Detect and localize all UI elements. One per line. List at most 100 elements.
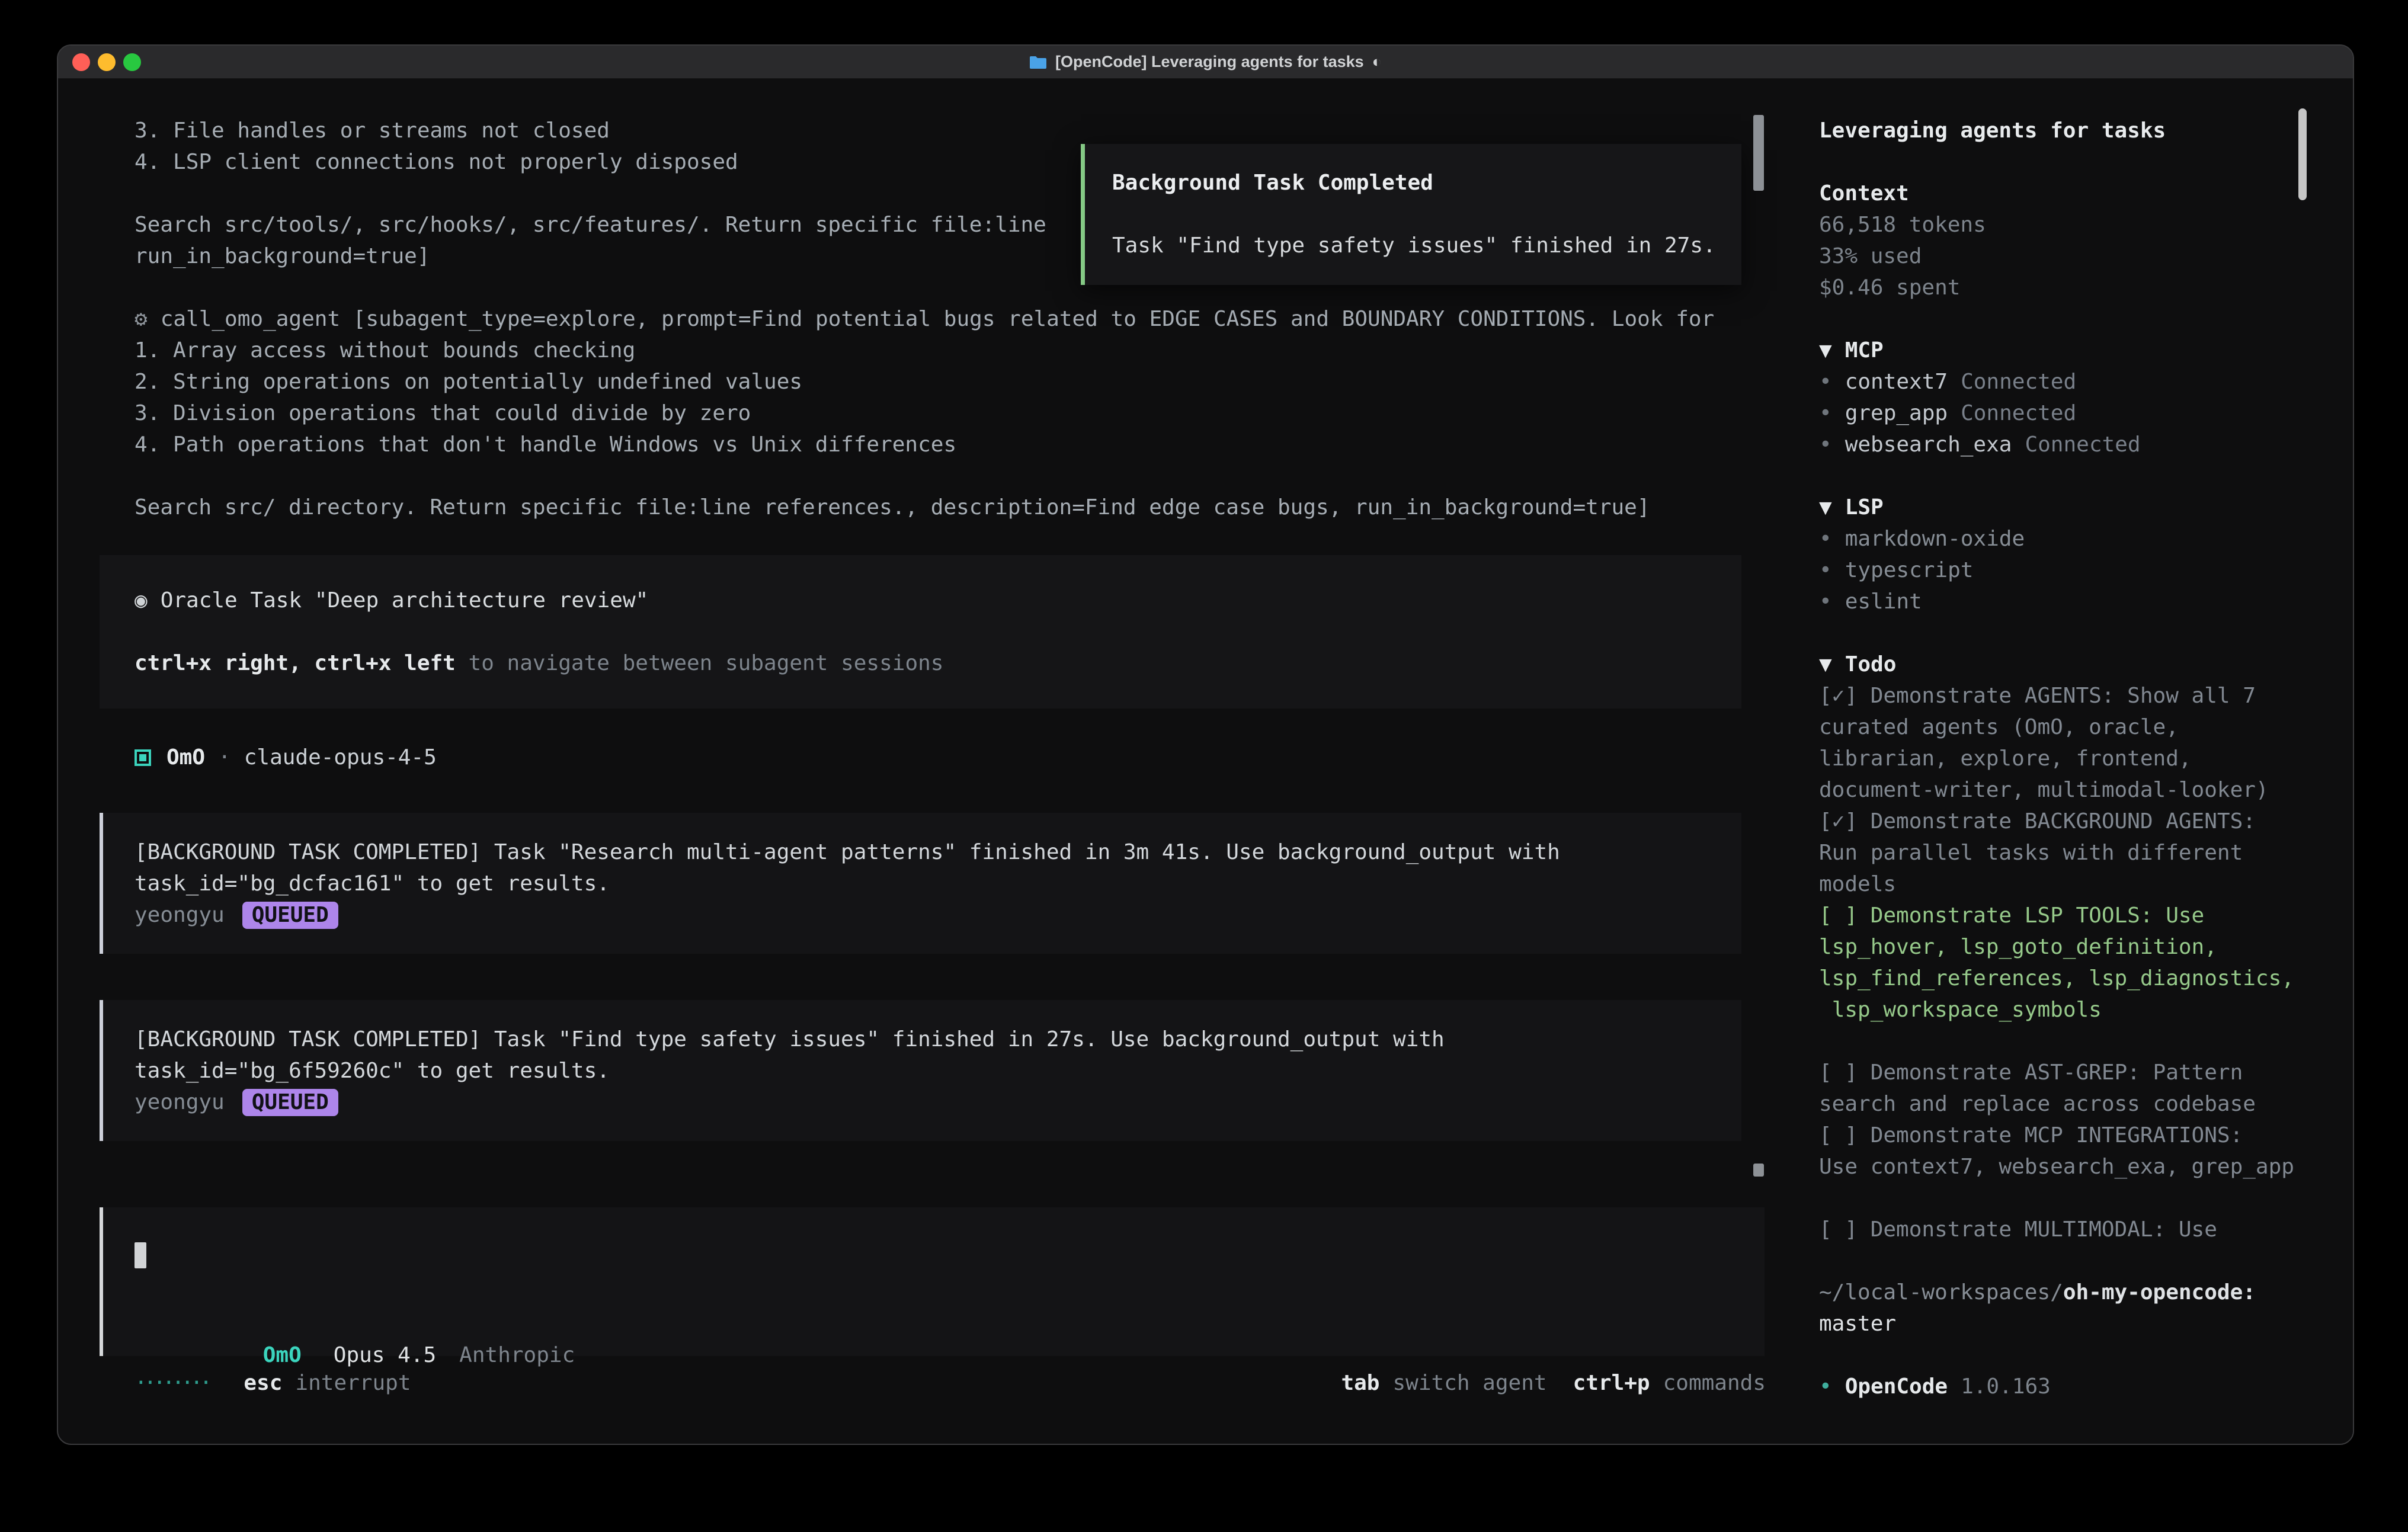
version-line: • OpenCode 1.0.163 xyxy=(1819,1371,2329,1402)
output-line: 4. Path operations that don't handle Win… xyxy=(100,429,1741,460)
input-meta-row: OmOOpus 4.5Anthropic xyxy=(135,1308,1765,1339)
lsp-name: markdown-oxide xyxy=(1845,527,2025,551)
terminal-pane: 3. File handles or streams not closed 4.… xyxy=(58,79,1795,1444)
spinner-dots-icon: ········ xyxy=(135,1367,209,1399)
lsp-item: • eslint xyxy=(1819,586,2329,617)
mcp-section-header[interactable]: ▼ MCP xyxy=(1819,335,2329,366)
titlebar[interactable]: [OpenCode] Leveraging agents for tasks ◐ xyxy=(58,46,2353,79)
tool-call-text: call_omo_agent [subagent_type=explore, p… xyxy=(161,307,1715,331)
lsp-section-header[interactable]: ▼ LSP xyxy=(1819,492,2329,523)
bullet-icon: • xyxy=(1819,589,1832,614)
oracle-task-title-line: ◉ Oracle Task "Deep architecture review" xyxy=(135,585,1741,616)
omo-agent-icon xyxy=(135,749,151,766)
queued-badge: QUEUED xyxy=(242,902,338,929)
todo-heading: Todo xyxy=(1845,652,1897,677)
todo-item: [ ] Demonstrate AST-GREP: Pattern search… xyxy=(1819,1057,2329,1120)
conversation-scroll-area[interactable]: 3. File handles or streams not closed 4.… xyxy=(58,79,1795,1207)
queued-badge: QUEUED xyxy=(242,1089,338,1116)
app-name: OpenCode xyxy=(1845,1374,1948,1399)
todo-item: [ ] Demonstrate MCP INTEGRATIONS: Use co… xyxy=(1819,1120,2329,1182)
bullet-icon: • xyxy=(1819,1374,1832,1399)
hint-text: to navigate between subagent sessions xyxy=(456,651,944,675)
main-scrollbar-thumb-secondary[interactable] xyxy=(1753,1164,1764,1177)
todo-item: [ ] Demonstrate MULTIMODAL: Use xyxy=(1819,1214,2329,1245)
context-heading: Context xyxy=(1819,178,2329,209)
message-text-line: [BACKGROUND TASK COMPLETED] Task "Find t… xyxy=(135,1024,1741,1055)
bullet-icon: • xyxy=(1819,370,1832,394)
output-line: 3. File handles or streams not closed xyxy=(100,115,1741,146)
status-bar: ········ esc interrupt tab switch agent … xyxy=(58,1356,1795,1444)
navigation-hint-line: ctrl+x right, ctrl+x left to navigate be… xyxy=(135,648,1741,679)
lsp-name: eslint xyxy=(1845,589,1922,614)
mcp-name: context7 xyxy=(1845,370,1948,394)
todo-item-active: [ ] Demonstrate LSP TOOLS: Use lsp_hover… xyxy=(1819,900,2329,1025)
ctrl-p-key-label: commands xyxy=(1663,1367,1766,1399)
todo-item: [✓] Demonstrate AGENTS: Show all 7 curat… xyxy=(1819,680,2329,806)
background-task-message: [BACKGROUND TASK COMPLETED] Task "Resear… xyxy=(100,813,1741,954)
bullet-icon: • xyxy=(1819,527,1832,551)
message-text-line: task_id="bg_6f59260c" to get results. xyxy=(135,1055,1741,1086)
tool-call-line: ⚙call_omo_agent [subagent_type=explore, … xyxy=(100,303,1741,335)
esc-key-hint: esc xyxy=(244,1367,282,1399)
output-line: Search src/ directory. Return specific f… xyxy=(100,492,1741,523)
collapse-triangle-icon: ▼ xyxy=(1819,338,1832,363)
session-state-icon: ◐ xyxy=(1372,53,1382,71)
bullet-icon: • xyxy=(1819,558,1832,582)
output-line: 1. Array access without bounds checking xyxy=(100,335,1741,366)
ctrl-p-key-hint: ctrl+p xyxy=(1573,1367,1650,1399)
workspace-path-prefix: ~/local-workspaces/ xyxy=(1819,1280,2063,1305)
mcp-heading: MCP xyxy=(1845,338,1884,363)
background-task-message: [BACKGROUND TASK COMPLETED] Task "Find t… xyxy=(100,1000,1741,1141)
workspace-path: ~/local-workspaces/oh-my-opencode: xyxy=(1819,1277,2329,1308)
sidebar: Leveraging agents for tasks Context 66,5… xyxy=(1795,79,2353,1444)
text-cursor xyxy=(135,1242,146,1268)
main-scrollbar-thumb[interactable] xyxy=(1753,115,1764,191)
prompt-input[interactable]: OmOOpus 4.5Anthropic xyxy=(100,1207,1765,1356)
bullet-icon: • xyxy=(1819,401,1832,425)
window-controls xyxy=(72,46,141,78)
folder-icon xyxy=(1029,55,1047,69)
collapse-triangle-icon: ▼ xyxy=(1819,652,1832,677)
hint-keys: ctrl+x right, ctrl+x left xyxy=(135,651,456,675)
mcp-status: Connected xyxy=(1961,401,2076,425)
message-text-line: task_id="bg_dcfac161" to get results. xyxy=(135,868,1741,899)
message-meta: yeongyu QUEUED xyxy=(135,1086,1741,1118)
tab-key-label: switch agent xyxy=(1392,1367,1546,1399)
agent-session-header: OmO · claude-opus-4-5 xyxy=(100,742,1741,773)
collapse-triangle-icon: ▼ xyxy=(1819,495,1832,520)
sidebar-scrollbar-thumb[interactable] xyxy=(2298,108,2307,200)
agent-model: claude-opus-4-5 xyxy=(244,745,437,770)
context-used: 33% used xyxy=(1819,241,2329,272)
oracle-task-panel: ◉Oracle Task "Deep architecture review" … xyxy=(100,555,1741,709)
message-author: yeongyu xyxy=(135,899,225,931)
oracle-session-icon: ◉ xyxy=(135,588,148,613)
close-window-button[interactable] xyxy=(72,53,90,71)
window-title-text: [OpenCode] Leveraging agents for tasks xyxy=(1055,53,1364,71)
todo-section-header[interactable]: ▼ Todo xyxy=(1819,649,2329,680)
lsp-item: • typescript xyxy=(1819,555,2329,586)
toast-title: Background Task Completed xyxy=(1112,167,1741,198)
lsp-name: typescript xyxy=(1845,558,1974,582)
message-author: yeongyu xyxy=(135,1086,225,1118)
mcp-name: grep_app xyxy=(1845,401,1948,425)
status-right: tab switch agent ctrl+p commands xyxy=(1341,1367,1766,1399)
mcp-item: • context7 Connected xyxy=(1819,366,2329,398)
lsp-heading: LSP xyxy=(1845,495,1884,520)
bullet-icon: • xyxy=(1819,432,1832,457)
todo-item: [✓] Demonstrate BACKGROUND AGENTS: Run p… xyxy=(1819,806,2329,900)
window-title: [OpenCode] Leveraging agents for tasks ◐ xyxy=(1029,53,1382,71)
context-spent: $0.46 spent xyxy=(1819,272,2329,303)
zoom-window-button[interactable] xyxy=(123,53,141,71)
terminal-window: [OpenCode] Leveraging agents for tasks ◐… xyxy=(57,44,2354,1445)
mcp-status: Connected xyxy=(1961,370,2076,394)
lsp-item: • markdown-oxide xyxy=(1819,523,2329,555)
minimize-window-button[interactable] xyxy=(98,53,116,71)
oracle-task-title: Oracle Task "Deep architecture review" xyxy=(161,588,649,613)
mcp-item: • grep_app Connected xyxy=(1819,398,2329,429)
app-version: 1.0.163 xyxy=(1961,1374,2051,1399)
task-completed-toast[interactable]: Background Task Completed Task "Find typ… xyxy=(1081,144,1741,285)
output-line: 2. String operations on potentially unde… xyxy=(100,366,1741,398)
separator-dot: · xyxy=(218,745,231,770)
context-tokens: 66,518 tokens xyxy=(1819,209,2329,241)
status-left: ········ esc interrupt xyxy=(135,1367,411,1399)
